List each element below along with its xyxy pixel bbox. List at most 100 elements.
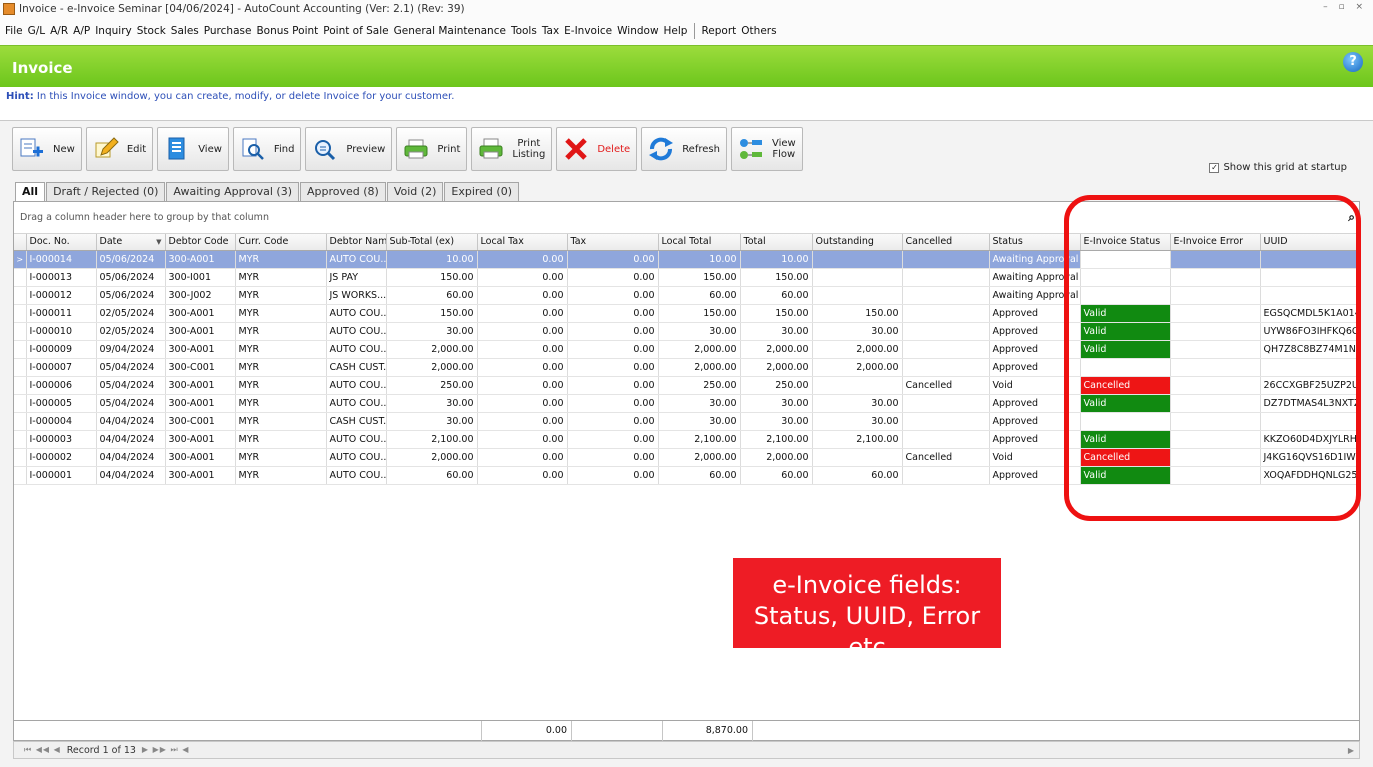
cell-date[interactable]: 05/06/2024 xyxy=(96,268,166,287)
menu-item-right-0[interactable]: Report xyxy=(701,25,736,37)
cell-ltax[interactable]: 0.00 xyxy=(477,394,568,413)
menu-item-7[interactable]: Purchase xyxy=(204,25,252,37)
cell-out[interactable]: 60.00 xyxy=(812,466,903,485)
cell-ltax[interactable]: 0.00 xyxy=(477,376,568,395)
cell-ltotal[interactable]: 60.00 xyxy=(658,286,741,305)
menu-item-6[interactable]: Sales xyxy=(171,25,199,37)
cell-ltotal[interactable]: 30.00 xyxy=(658,412,741,431)
cell-debtor[interactable]: 300-A001 xyxy=(165,376,236,395)
cell-sub[interactable]: 30.00 xyxy=(386,394,478,413)
cell-total[interactable]: 2,000.00 xyxy=(740,448,813,467)
row-indicator[interactable] xyxy=(14,466,27,485)
cell-out[interactable]: 30.00 xyxy=(812,322,903,341)
cell-total[interactable]: 60.00 xyxy=(740,286,813,305)
cell-sub[interactable]: 150.00 xyxy=(386,268,478,287)
nav-first-prev-icons[interactable]: ⏮ ◀◀ ◀ xyxy=(24,745,61,755)
cell-date[interactable]: 02/05/2024 xyxy=(96,322,166,341)
menu-item-10[interactable]: General Maintenance xyxy=(394,25,506,37)
row-indicator[interactable] xyxy=(14,448,27,467)
tab-1[interactable]: Draft / Rejected (0) xyxy=(46,182,166,201)
cell-sub[interactable]: 2,000.00 xyxy=(386,358,478,377)
cell-ltotal[interactable]: 150.00 xyxy=(658,268,741,287)
tab-5[interactable]: Expired (0) xyxy=(444,182,519,201)
cell-cancelled[interactable] xyxy=(902,412,990,431)
cell-tax[interactable]: 0.00 xyxy=(567,358,659,377)
cell-ltax[interactable]: 0.00 xyxy=(477,250,568,269)
cell-cancelled[interactable] xyxy=(902,466,990,485)
cell-sub[interactable]: 250.00 xyxy=(386,376,478,395)
menu-item-5[interactable]: Stock xyxy=(137,25,166,37)
row-indicator[interactable] xyxy=(14,412,27,431)
cell-debtor[interactable]: 300-A001 xyxy=(165,322,236,341)
cell-debtor[interactable]: 300-I001 xyxy=(165,268,236,287)
cell-curr[interactable]: MYR xyxy=(235,250,327,269)
row-indicator[interactable] xyxy=(14,304,27,323)
menu-item-2[interactable]: A/R xyxy=(50,25,68,37)
column-header-4[interactable]: Debtor Name xyxy=(326,234,387,251)
cell-ltax[interactable]: 0.00 xyxy=(477,304,568,323)
cell-date[interactable]: 04/04/2024 xyxy=(96,448,166,467)
column-header-6[interactable]: Local Tax xyxy=(477,234,568,251)
row-indicator[interactable] xyxy=(14,268,27,287)
view-flow-button[interactable]: View Flow xyxy=(730,127,803,171)
cell-tax[interactable]: 0.00 xyxy=(567,412,659,431)
cell-date[interactable]: 05/06/2024 xyxy=(96,286,166,305)
cell-tax[interactable]: 0.00 xyxy=(567,394,659,413)
cell-debtor[interactable]: 300-J002 xyxy=(165,286,236,305)
row-indicator[interactable] xyxy=(14,394,27,413)
cell-cancelled[interactable] xyxy=(902,304,990,323)
cell-name[interactable]: AUTO COU... xyxy=(326,322,387,341)
cell-tax[interactable]: 0.00 xyxy=(567,448,659,467)
cell-total[interactable]: 30.00 xyxy=(740,412,813,431)
menu-item-1[interactable]: G/L xyxy=(28,25,46,37)
cell-out[interactable] xyxy=(812,376,903,395)
cell-cancelled[interactable] xyxy=(902,340,990,359)
cell-doc[interactable]: I-000006 xyxy=(26,376,97,395)
cell-sub[interactable]: 2,100.00 xyxy=(386,430,478,449)
cell-out[interactable] xyxy=(812,250,903,269)
cell-date[interactable]: 04/04/2024 xyxy=(96,466,166,485)
cell-name[interactable]: AUTO COU... xyxy=(326,430,387,449)
cell-date[interactable]: 05/06/2024 xyxy=(96,250,166,269)
sort-descending-icon[interactable]: ▼ xyxy=(156,238,161,246)
nav-next-last-icons[interactable]: ▶ ▶▶ ⏭ ◀ xyxy=(142,745,189,755)
window-controls[interactable]: – ▫ × xyxy=(1323,2,1367,12)
cell-doc[interactable]: I-000004 xyxy=(26,412,97,431)
cell-ltotal[interactable]: 2,000.00 xyxy=(658,340,741,359)
cell-doc[interactable]: I-000013 xyxy=(26,268,97,287)
tab-3[interactable]: Approved (8) xyxy=(300,182,386,201)
cell-name[interactable]: AUTO COU... xyxy=(326,304,387,323)
cell-name[interactable]: AUTO COU... xyxy=(326,250,387,269)
cell-debtor[interactable]: 300-A001 xyxy=(165,304,236,323)
menu-item-13[interactable]: E-Invoice xyxy=(564,25,612,37)
new-button[interactable]: New xyxy=(12,127,82,171)
cell-sub[interactable]: 60.00 xyxy=(386,466,478,485)
cell-curr[interactable]: MYR xyxy=(235,358,327,377)
menu-item-8[interactable]: Bonus Point xyxy=(256,25,318,37)
column-header-7[interactable]: Tax xyxy=(567,234,659,251)
cell-doc[interactable]: I-000003 xyxy=(26,430,97,449)
cell-tax[interactable]: 0.00 xyxy=(567,376,659,395)
cell-tax[interactable]: 0.00 xyxy=(567,304,659,323)
cell-date[interactable]: 04/04/2024 xyxy=(96,430,166,449)
cell-sub[interactable]: 2,000.00 xyxy=(386,448,478,467)
row-indicator[interactable] xyxy=(14,376,27,395)
cell-debtor[interactable]: 300-C001 xyxy=(165,358,236,377)
cell-curr[interactable]: MYR xyxy=(235,304,327,323)
cell-name[interactable]: AUTO COU... xyxy=(326,394,387,413)
column-header-9[interactable]: Total xyxy=(740,234,813,251)
cell-ltax[interactable]: 0.00 xyxy=(477,466,568,485)
delete-button[interactable]: Delete xyxy=(556,127,638,171)
startup-checkbox[interactable]: ✓ xyxy=(1209,162,1220,173)
cell-debtor[interactable]: 300-A001 xyxy=(165,250,236,269)
cell-name[interactable]: AUTO COU... xyxy=(326,466,387,485)
cell-total[interactable]: 60.00 xyxy=(740,466,813,485)
cell-tax[interactable]: 0.00 xyxy=(567,430,659,449)
cell-tax[interactable]: 0.00 xyxy=(567,286,659,305)
cell-ltotal[interactable]: 30.00 xyxy=(658,394,741,413)
tab-0[interactable]: All xyxy=(15,182,46,201)
cell-total[interactable]: 2,000.00 xyxy=(740,358,813,377)
cell-ltotal[interactable]: 60.00 xyxy=(658,466,741,485)
cell-ltotal[interactable]: 150.00 xyxy=(658,304,741,323)
cell-date[interactable]: 05/04/2024 xyxy=(96,358,166,377)
